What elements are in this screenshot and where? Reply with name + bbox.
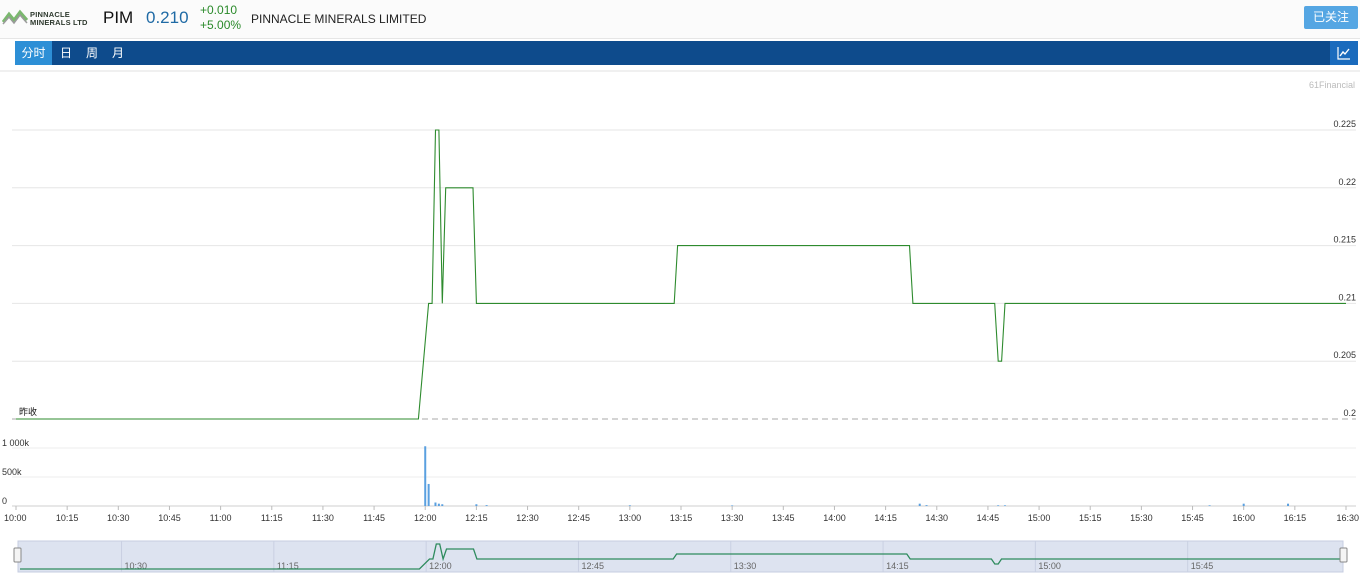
time-tick-label: 16:00 (1232, 513, 1255, 523)
time-tick-label: 13:15 (670, 513, 693, 523)
volume-bar (1208, 505, 1211, 506)
time-tick-label: 12:30 (516, 513, 539, 523)
time-tick-label: 13:30 (721, 513, 744, 523)
period-tab-bar: 分时 日 周 月 (15, 41, 1358, 65)
volume-bar (918, 503, 921, 506)
tab-monthly[interactable]: 月 (106, 41, 130, 65)
volume-bar (925, 505, 928, 506)
volume-bar (997, 505, 1000, 506)
navigator-tick-label: 14:15 (886, 561, 909, 571)
intraday-chart: 61Financial 昨收 0.2250.220.2150.210.2050.… (0, 70, 1360, 573)
volume-bar (434, 502, 437, 506)
time-tick-label: 13:00 (619, 513, 642, 523)
volume-bar (427, 483, 430, 506)
change-percent: +5.00% (200, 18, 242, 32)
time-tick-label: 15:00 (1028, 513, 1051, 523)
time-tick-label: 12:45 (567, 513, 590, 523)
time-tick-label: 15:30 (1130, 513, 1153, 523)
time-tick-label: 14:45 (977, 513, 1000, 523)
time-tick-label: 11:45 (363, 513, 385, 523)
navigator-tick-label: 15:00 (1038, 561, 1061, 571)
volume-bar (1242, 503, 1245, 506)
price-tick-label: 0.215 (1333, 235, 1356, 245)
company-name: PINNACLE MINERALS LIMITED (251, 12, 427, 26)
price-tick-label: 0.2 (1343, 408, 1356, 418)
navigator-tick-label: 15:45 (1191, 561, 1214, 571)
tab-weekly[interactable]: 周 (80, 41, 104, 65)
time-tick-label: 11:15 (261, 513, 283, 523)
volume-tick-label: 500k (2, 467, 22, 477)
navigator-tick-label: 13:30 (734, 561, 757, 571)
volume-bar (1003, 505, 1006, 506)
time-tick-label: 10:00 (4, 513, 27, 523)
volume-bar (437, 503, 440, 506)
volume-bar (731, 505, 734, 506)
navigator-left-handle[interactable] (13, 547, 22, 563)
price-tick-label: 0.225 (1333, 119, 1356, 129)
chart-grid (0, 70, 1360, 507)
navigator-window[interactable] (17, 540, 1344, 573)
volume-bar (424, 446, 427, 506)
volume-tick-label: 0 (2, 496, 7, 506)
chart-watermark: 61Financial (1309, 80, 1355, 90)
time-tick-label: 14:30 (926, 513, 949, 523)
change-absolute: +0.010 (200, 3, 238, 17)
time-tick-label: 16:30 (1336, 513, 1359, 523)
time-tick-label: 11:00 (210, 513, 232, 523)
price-tick-label: 0.22 (1338, 177, 1356, 187)
volume-bar (1287, 503, 1290, 506)
time-tick-label: 10:45 (158, 513, 181, 523)
tab-intraday[interactable]: 分时 (15, 41, 52, 65)
time-tick-label: 14:00 (823, 513, 846, 523)
line-chart-icon[interactable] (1330, 41, 1358, 65)
volume-bar (628, 505, 631, 506)
company-logo: PINNACLE MINERALS LTD (2, 4, 88, 34)
time-tick-label: 14:15 (874, 513, 897, 523)
range-navigator[interactable]: 10:30 11:15 12:00 12:45 13:30 14:15 15:00 15:45 (13, 540, 1348, 573)
navigator-tick-label: 12:00 (429, 561, 452, 571)
time-tick-label: 12:15 (465, 513, 488, 523)
price-tick-label: 0.205 (1333, 350, 1356, 360)
price-axis: 0.225 0.22 0.215 0.21 0.205 0.2 (1333, 119, 1356, 418)
time-tick-label: 13:45 (772, 513, 795, 523)
volume-bar (475, 504, 478, 506)
time-tick-label: 10:15 (56, 513, 79, 523)
volume-bar (441, 504, 444, 506)
prev-close-label: 昨收 (19, 406, 37, 417)
time-tick-label: 16:15 (1284, 513, 1307, 523)
time-tick-label: 15:45 (1181, 513, 1204, 523)
time-tick-label: 11:30 (312, 513, 334, 523)
price-line (16, 129, 1346, 420)
price-tick-label: 0.21 (1338, 292, 1356, 302)
logo-text-line2: MINERALS LTD (30, 18, 88, 27)
volume-tick-label: 1 000k (2, 438, 30, 448)
time-tick-label: 10:30 (107, 513, 130, 523)
last-price: 0.210 (146, 8, 189, 27)
time-axis: 10:00 10:15 10:30 10:45 11:00 11:15 11:30 11:45… (4, 506, 1359, 523)
navigator-right-handle[interactable] (1339, 547, 1348, 563)
follow-button[interactable]: 已关注 (1304, 6, 1358, 29)
navigator-tick-label: 12:45 (581, 561, 604, 571)
price-change: +0.010 +5.00% (200, 3, 241, 33)
volume-bars (424, 446, 1290, 506)
tab-daily[interactable]: 日 (54, 41, 78, 65)
volume-bar (485, 505, 488, 506)
header-bar: PINNACLE MINERALS LTD PIM 0.210 +0.010 +… (0, 0, 1360, 39)
time-tick-label: 15:15 (1079, 513, 1102, 523)
ticker-symbol: PIM (103, 8, 134, 27)
time-tick-label: 12:00 (414, 513, 437, 523)
